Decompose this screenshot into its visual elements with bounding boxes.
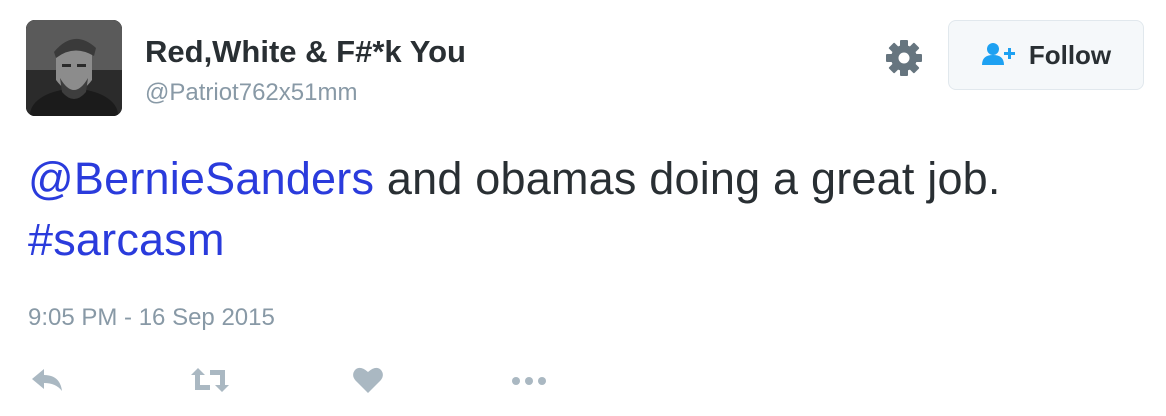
user-handle[interactable]: @Patriot762x51mm bbox=[145, 79, 357, 107]
gear-icon[interactable] bbox=[884, 38, 924, 78]
tweet-timestamp[interactable]: 9:05 PM - 16 Sep 2015 bbox=[28, 304, 275, 332]
display-name[interactable]: Red,White & F#*k You bbox=[145, 34, 466, 70]
follow-person-icon bbox=[981, 43, 1015, 65]
follow-label: Follow bbox=[1028, 39, 1112, 70]
avatar[interactable] bbox=[26, 20, 122, 116]
mention-link[interactable]: @BernieSanders bbox=[28, 153, 374, 204]
follow-button[interactable]: Follow bbox=[948, 20, 1144, 90]
like-heart-icon[interactable] bbox=[352, 366, 384, 399]
retweet-icon[interactable] bbox=[190, 366, 230, 399]
reply-icon[interactable] bbox=[30, 366, 64, 399]
more-options-icon[interactable] bbox=[510, 366, 550, 399]
tweet-body: and obamas doing a great job. bbox=[374, 153, 1001, 204]
tweet-card: Red,White & F#*k You @Patriot762x51mm Fo… bbox=[0, 0, 1166, 416]
avatar-image bbox=[26, 20, 122, 116]
hashtag-link[interactable]: #sarcasm bbox=[28, 214, 225, 265]
tweet-text: @BernieSanders and obamas doing a great … bbox=[28, 148, 1148, 270]
